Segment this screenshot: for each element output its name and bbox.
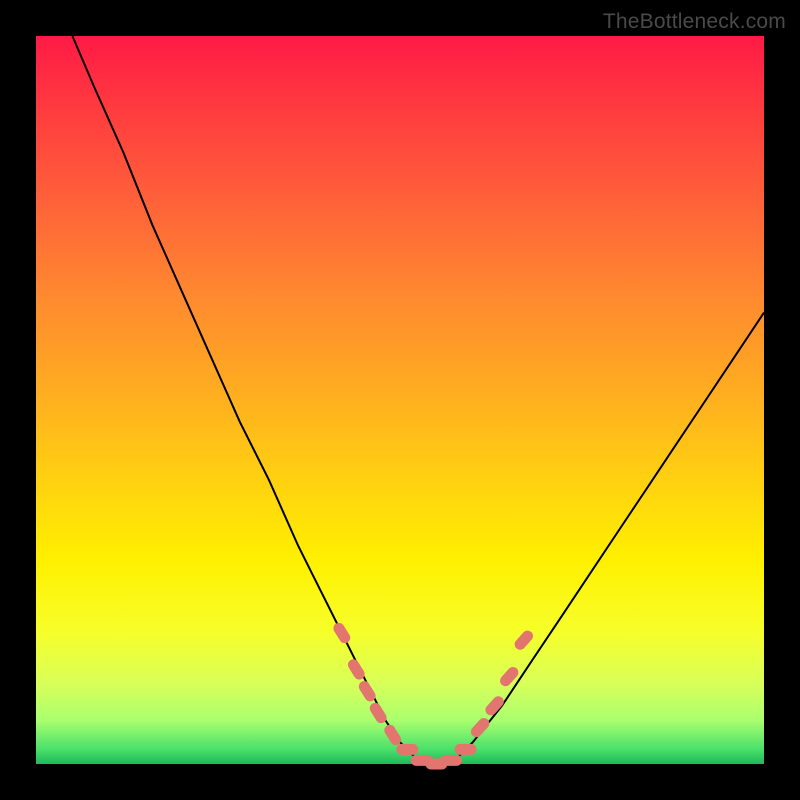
chart-frame: TheBottleneck.com	[0, 0, 800, 800]
curve-marker	[440, 755, 462, 766]
curve-marker	[396, 744, 418, 755]
curve-marker	[469, 716, 492, 740]
curve-marker	[512, 628, 535, 652]
curve-marker	[498, 665, 521, 689]
curve-marker	[331, 621, 352, 645]
markers-group	[331, 621, 535, 770]
watermark-text: TheBottleneck.com	[603, 10, 786, 34]
curve-layer	[36, 36, 764, 764]
bottleneck-curve	[72, 36, 764, 764]
curve-marker	[455, 744, 477, 755]
plot-area	[36, 36, 764, 764]
